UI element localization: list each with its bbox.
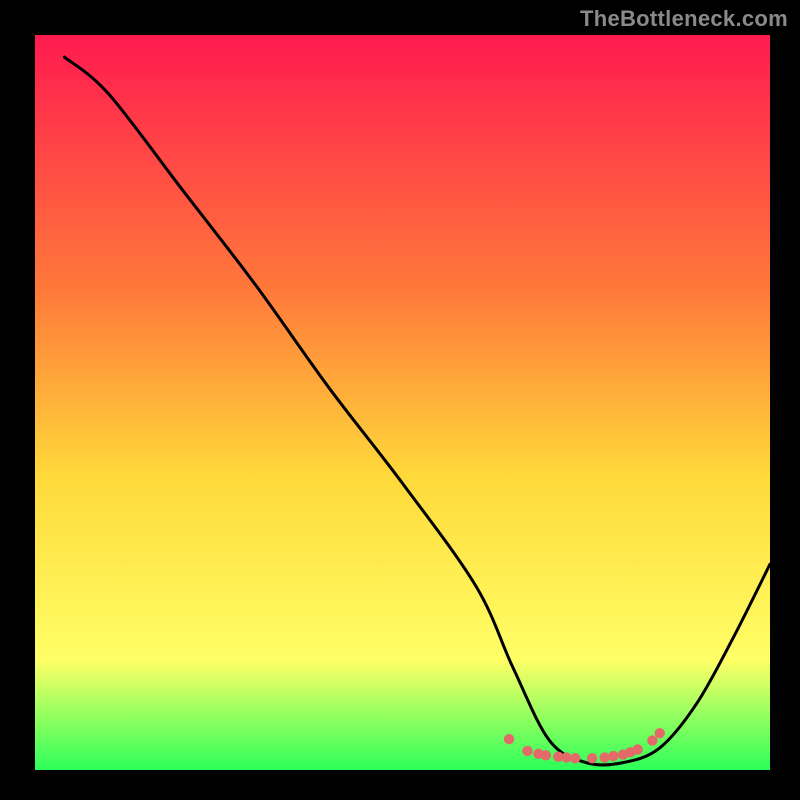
gradient-background: [35, 35, 770, 770]
curve-marker-dot: [541, 750, 551, 760]
curve-marker-dot: [655, 728, 665, 738]
watermark-text: TheBottleneck.com: [580, 6, 788, 32]
curve-marker-dot: [599, 752, 609, 762]
curve-marker-dot: [633, 744, 643, 754]
curve-marker-dot: [504, 734, 514, 744]
bottleneck-chart: [0, 0, 800, 800]
chart-container: TheBottleneck.com: [0, 0, 800, 800]
curve-marker-dot: [587, 753, 597, 763]
curve-marker-dot: [647, 735, 657, 745]
curve-marker-dot: [570, 753, 580, 763]
curve-marker-dot: [522, 746, 532, 756]
curve-marker-dot: [561, 752, 571, 762]
curve-marker-dot: [608, 751, 618, 761]
